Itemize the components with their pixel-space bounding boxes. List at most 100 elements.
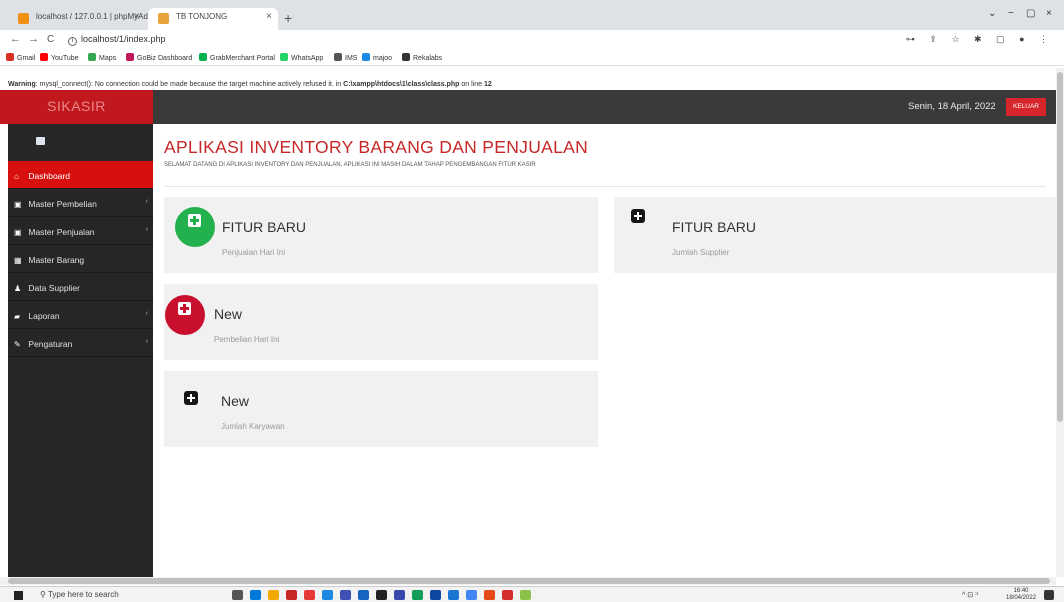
sidebar-item-label: Master Pembelian bbox=[28, 199, 97, 209]
taskbar-app-icon[interactable] bbox=[394, 590, 405, 600]
windows-start-icon[interactable] bbox=[14, 591, 23, 600]
card-pembelian-hari-ini[interactable]: New Pembelian Hari Ini bbox=[164, 284, 598, 360]
tab-tb-tonjong[interactable]: TB TONJONG × bbox=[148, 8, 278, 30]
gmail-icon bbox=[6, 53, 14, 61]
taskbar-app-icon[interactable] bbox=[412, 590, 423, 600]
system-tray-icons[interactable]: ^ ⊡ ⁾⁾ bbox=[962, 591, 978, 599]
close-tab-icon[interactable]: × bbox=[134, 11, 140, 22]
home-icon: ⌂ bbox=[14, 172, 19, 181]
reload-button[interactable]: C bbox=[47, 34, 54, 45]
sidebar-item-master-barang[interactable]: ▦ Master Barang bbox=[8, 245, 153, 273]
maximize-button[interactable]: ▢ bbox=[1026, 8, 1035, 19]
logout-button[interactable]: KELUAR bbox=[1006, 98, 1046, 116]
book-icon: ▰ bbox=[14, 312, 21, 321]
bookmark-grabmerchant[interactable]: GrabMerchant Portal bbox=[199, 53, 275, 62]
browser-toolbar-icons[interactable]: ⊶ ⇪ ☆ ✱ ▢ ● ⋮ bbox=[906, 34, 1054, 45]
bookmarks-bar: Gmail YouTube Maps GoBiz Dashboard GrabM… bbox=[0, 50, 1064, 66]
bookmark-rekalabs[interactable]: Rekalabs bbox=[402, 53, 442, 62]
taskbar-app-icon[interactable] bbox=[466, 590, 477, 600]
majoo-icon bbox=[362, 53, 370, 61]
card-jumlah-karyawan[interactable]: New Jumlah Karyawan bbox=[164, 371, 598, 447]
taskbar-app-icon[interactable] bbox=[304, 590, 315, 600]
gobiz-icon bbox=[126, 53, 134, 61]
taskbar-app-icon[interactable] bbox=[322, 590, 333, 600]
bookmark-majoo[interactable]: majoo bbox=[362, 53, 392, 62]
taskbar-app-icon[interactable] bbox=[340, 590, 351, 600]
taskbar-app-icon[interactable] bbox=[232, 590, 243, 600]
close-window-button[interactable]: × bbox=[1046, 8, 1052, 19]
chevron-left-icon: ‹ bbox=[145, 310, 148, 317]
bookmark-youtube[interactable]: YouTube bbox=[40, 53, 79, 62]
card-jumlah-supplier[interactable]: FITUR BARU Jumlah Supplier bbox=[614, 197, 1056, 273]
tab-search-icon[interactable]: ⌄ bbox=[988, 8, 996, 19]
card-penjualan-hari-ini[interactable]: FITUR BARU Penjualan Hari Ini bbox=[164, 197, 598, 273]
rekalabs-icon bbox=[402, 53, 410, 61]
new-tab-button[interactable]: + bbox=[284, 10, 292, 26]
phpmyadmin-icon bbox=[18, 13, 29, 24]
taskbar-app-icon[interactable] bbox=[268, 590, 279, 600]
sidebar-item-label: Master Penjualan bbox=[28, 227, 95, 237]
bookmark-ims[interactable]: IMS bbox=[334, 53, 357, 62]
main-content: APLIKASI INVENTORY BARANG DAN PENJUALAN … bbox=[153, 124, 1056, 577]
sidebar-item-dashboard[interactable]: ⌂ Dashboard bbox=[8, 161, 153, 189]
sidebar-item-data-supplier[interactable]: ♟ Data Supplier bbox=[8, 273, 153, 301]
php-warning: Warning: mysql_connect(): No connection … bbox=[8, 81, 492, 88]
sidebar-item-pengaturan[interactable]: ✎ Pengaturan ‹ bbox=[8, 329, 153, 357]
chevron-left-icon: ‹ bbox=[145, 338, 148, 345]
bookmark-whatsapp[interactable]: WhatsApp bbox=[280, 53, 323, 62]
maps-icon bbox=[88, 53, 96, 61]
grid-icon: ▦ bbox=[14, 256, 22, 265]
youtube-icon bbox=[40, 53, 48, 61]
warning-line-text: on line bbox=[459, 81, 484, 88]
card-title: FITUR BARU bbox=[222, 219, 306, 235]
sidebar-item-master-pembelian[interactable]: ▣ Master Pembelian ‹ bbox=[8, 189, 153, 217]
clock-time: 16:40 bbox=[1013, 588, 1029, 594]
minimize-button[interactable]: − bbox=[1008, 8, 1014, 19]
taskbar: ⚲ Type here to search ^ ⊡ ⁾⁾ 16:40 18/04… bbox=[0, 586, 1064, 602]
taskbar-app-icon[interactable] bbox=[520, 590, 531, 600]
taskbar-app-icon[interactable] bbox=[358, 590, 369, 600]
search-placeholder: Type here to search bbox=[47, 590, 119, 599]
warning-label: Warning bbox=[8, 81, 36, 88]
wrench-icon: ✎ bbox=[14, 340, 21, 349]
bookmark-gobiz[interactable]: GoBiz Dashboard bbox=[126, 53, 192, 62]
taskbar-app-icon[interactable] bbox=[376, 590, 387, 600]
green-plus-circle-icon bbox=[175, 207, 215, 247]
brand-logo[interactable]: SIKASIR bbox=[0, 90, 153, 124]
taskbar-app-icon[interactable] bbox=[430, 590, 441, 600]
card-subtitle: Jumlah Supplier bbox=[672, 248, 730, 257]
sidebar-item-laporan[interactable]: ▰ Laporan ‹ bbox=[8, 301, 153, 329]
grab-icon bbox=[199, 53, 207, 61]
notification-icon[interactable] bbox=[1044, 590, 1054, 600]
close-tab-icon[interactable]: × bbox=[266, 11, 272, 22]
taskbar-app-icons bbox=[232, 590, 538, 602]
users-icon: ♟ bbox=[14, 284, 22, 293]
taskbar-app-icon[interactable] bbox=[502, 590, 513, 600]
vertical-scrollbar-thumb[interactable] bbox=[1057, 72, 1063, 422]
search-icon: ⚲ bbox=[40, 590, 48, 599]
taskbar-search-input[interactable]: ⚲ Type here to search bbox=[34, 589, 204, 602]
sidebar-item-label: Laporan bbox=[28, 311, 60, 321]
back-button[interactable]: ← bbox=[10, 33, 21, 45]
bookmark-gmail[interactable]: Gmail bbox=[6, 53, 35, 62]
bookmark-maps[interactable]: Maps bbox=[88, 53, 116, 62]
taskbar-app-icon[interactable] bbox=[484, 590, 495, 600]
sidebar-item-label: Dashboard bbox=[28, 171, 70, 181]
tab-phpmyadmin[interactable]: localhost / 127.0.0.1 | phpMyAdm × bbox=[8, 8, 155, 30]
red-plus-circle-icon bbox=[165, 295, 205, 335]
divider bbox=[164, 186, 1046, 187]
site-info-icon[interactable]: i bbox=[68, 37, 77, 46]
card-subtitle: Pembelian Hari Ini bbox=[214, 335, 280, 344]
taskbar-clock[interactable]: 16:40 18/04/2022 bbox=[1006, 588, 1036, 602]
forward-button[interactable]: → bbox=[28, 33, 39, 45]
url-field[interactable]: i localhost/1/index.php bbox=[68, 34, 166, 46]
horizontal-scrollbar-thumb[interactable] bbox=[8, 578, 1050, 584]
taskbar-app-icon[interactable] bbox=[448, 590, 459, 600]
sidebar: ⌂ Dashboard ▣ Master Pembelian ‹ ▣ Maste… bbox=[8, 124, 153, 577]
taskbar-app-icon[interactable] bbox=[250, 590, 261, 600]
sidebar-item-label: Pengaturan bbox=[28, 339, 73, 349]
sidebar-item-master-penjualan[interactable]: ▣ Master Penjualan ‹ bbox=[8, 217, 153, 245]
sidebar-menu: ⌂ Dashboard ▣ Master Pembelian ‹ ▣ Maste… bbox=[8, 161, 153, 357]
taskbar-app-icon[interactable] bbox=[286, 590, 297, 600]
page-subtitle: SELAMAT DATANG DI APLIKASI INVENTORY DAN… bbox=[164, 162, 536, 168]
